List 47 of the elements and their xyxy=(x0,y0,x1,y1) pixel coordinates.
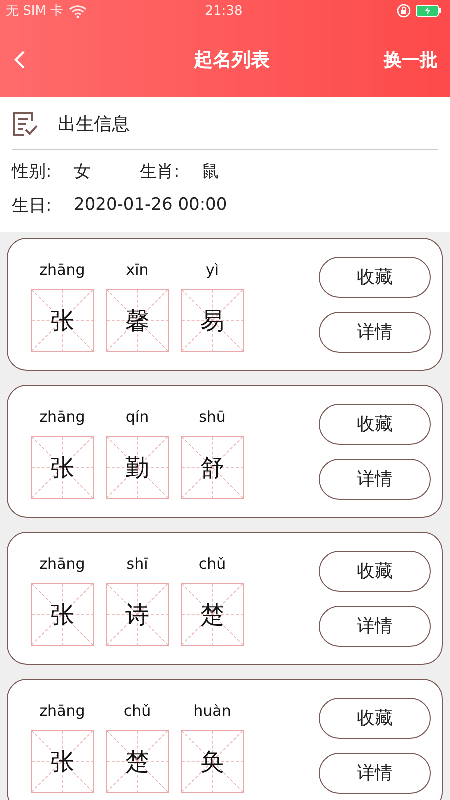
pinyin-text: yì xyxy=(206,261,220,279)
hanzi-grid-cell: 张 xyxy=(31,289,94,352)
hanzi-grid-cell: 楚 xyxy=(181,583,244,646)
hanzi-grid-cell: 勤 xyxy=(106,436,169,499)
field-value: 2020-01-26 00:00 xyxy=(74,195,228,215)
favorite-button[interactable]: 收藏 xyxy=(319,550,431,592)
pinyin-text: huàn xyxy=(194,702,232,720)
pinyin-text: shī xyxy=(126,555,148,573)
checklist-icon xyxy=(12,111,38,137)
details-button[interactable]: 详情 xyxy=(319,752,431,794)
pinyin-text: zhāng xyxy=(40,702,86,720)
hanzi-grid-cell: 诗 xyxy=(106,583,169,646)
favorite-button[interactable]: 收藏 xyxy=(319,404,431,444)
pinyin-text: chǔ xyxy=(198,555,226,573)
section-title: 出生信息 xyxy=(58,113,130,136)
field-label: 生日: xyxy=(12,194,53,216)
page-title: 起名列表 xyxy=(194,48,270,72)
details-button[interactable]: 详情 xyxy=(319,458,431,500)
pinyin-text: qín xyxy=(126,408,150,426)
field-value: 鼠 xyxy=(202,160,220,182)
details-button[interactable]: 详情 xyxy=(319,606,431,646)
wifi-icon xyxy=(68,4,87,18)
hanzi-grid-cell: 楚 xyxy=(106,730,169,793)
hanzi-grid-cell: 易 xyxy=(181,289,244,352)
field-label: 生肖: xyxy=(140,160,181,182)
rotation-lock-icon xyxy=(397,4,411,18)
hanzi-grid-cell: 张 xyxy=(31,583,94,646)
favorite-button[interactable]: 收藏 xyxy=(319,698,431,738)
details-button[interactable]: 详情 xyxy=(319,312,431,352)
battery-icon xyxy=(416,5,442,17)
pinyin-text: zhāng xyxy=(40,261,86,279)
hanzi-grid-cell: 张 xyxy=(31,436,94,499)
pinyin-text: chǔ xyxy=(124,702,152,720)
back-icon xyxy=(14,50,26,70)
pinyin-text: shū xyxy=(199,408,226,426)
pinyin-text: xīn xyxy=(126,261,149,279)
field-value: 女 xyxy=(74,160,92,182)
hanzi-grid-cell: 舒 xyxy=(181,436,244,499)
pinyin-text: zhāng xyxy=(40,408,86,426)
clock-text: 21:38 xyxy=(205,4,243,18)
field-label: 性别: xyxy=(12,160,53,182)
hanzi-grid-cell: 奂 xyxy=(181,730,244,793)
favorite-button[interactable]: 收藏 xyxy=(319,256,431,298)
pinyin-text: zhāng xyxy=(40,555,86,573)
carrier-text: 无 SIM 卡 xyxy=(6,3,64,20)
hanzi-grid-cell: 馨 xyxy=(106,289,169,352)
hanzi-grid-cell: 张 xyxy=(31,730,94,793)
